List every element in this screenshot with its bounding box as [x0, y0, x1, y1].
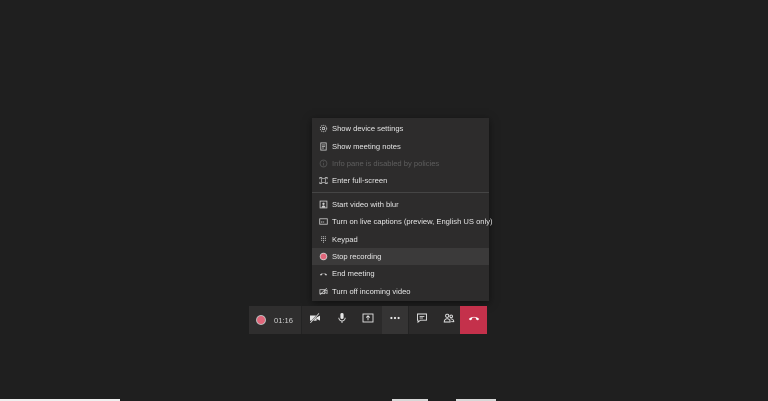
menu-item-label: Turn off incoming video	[332, 286, 411, 296]
video-off-icon	[319, 287, 328, 296]
menu-item-label: Info pane is disabled by policies	[332, 158, 440, 168]
menu-item-meeting-notes[interactable]: Show meeting notes	[312, 137, 489, 154]
participants-button[interactable]	[436, 306, 463, 334]
meeting-stage: Show device settings Show meeting notes …	[0, 0, 768, 401]
share-screen-icon	[362, 311, 374, 329]
menu-item-stop-recording[interactable]: Stop recording	[312, 247, 489, 266]
call-timer: 01:16	[274, 315, 294, 325]
captions-icon: cc	[319, 217, 328, 226]
notes-icon	[319, 142, 328, 151]
menu-item-label: End meeting	[332, 269, 375, 279]
menu-divider	[312, 192, 489, 194]
end-call-icon	[319, 269, 328, 278]
more-options-button[interactable]	[381, 306, 408, 334]
menu-item-label: Enter full-screen	[332, 176, 388, 186]
menu-item-incoming-video[interactable]: Turn off incoming video	[312, 283, 489, 300]
more-actions-menu: Show device settings Show meeting notes …	[312, 118, 493, 301]
gear-icon	[319, 124, 328, 133]
menu-item-end-meeting[interactable]: End meeting	[312, 265, 489, 282]
menu-item-keypad[interactable]: Keypad	[312, 230, 489, 247]
menu-item-device-settings[interactable]: Show device settings	[312, 120, 489, 137]
info-icon	[319, 159, 328, 168]
menu-item-label: Turn on live captions (preview, English …	[332, 217, 493, 227]
svg-text:cc: cc	[321, 220, 325, 224]
menu-item-label: Stop recording	[332, 251, 382, 261]
menu-item-label: Show device settings	[332, 124, 404, 134]
participants-icon	[443, 311, 455, 329]
keypad-icon	[319, 235, 328, 244]
blur-icon	[319, 200, 328, 209]
menu-item-label: Keypad	[332, 234, 358, 244]
menu-item-info-pane: Info pane is disabled by policies	[312, 155, 489, 172]
chat-icon	[416, 311, 428, 329]
menu-item-label: Show meeting notes	[332, 141, 401, 151]
camera-off-icon	[309, 311, 321, 329]
microphone-icon	[336, 311, 348, 329]
hang-up-icon	[468, 311, 480, 329]
menu-item-live-captions[interactable]: cc Turn on live captions (preview, Engli…	[312, 213, 493, 230]
menu-item-full-screen[interactable]: Enter full-screen	[312, 172, 489, 189]
chat-button[interactable]	[409, 306, 436, 334]
microphone-button[interactable]	[329, 306, 356, 334]
recording-dot-icon	[257, 316, 265, 324]
hang-up-button[interactable]	[460, 306, 487, 334]
recording-indicator: 01:16	[249, 306, 301, 334]
menu-item-label: Start video with blur	[332, 199, 399, 209]
camera-toggle-button[interactable]	[302, 306, 329, 334]
meeting-toolbar: 01:16	[249, 306, 487, 334]
share-screen-button[interactable]	[355, 306, 382, 334]
menu-item-video-blur[interactable]: Start video with blur	[312, 196, 489, 213]
fullscreen-icon	[319, 176, 328, 185]
more-options-icon	[389, 311, 401, 329]
record-icon	[319, 252, 328, 261]
